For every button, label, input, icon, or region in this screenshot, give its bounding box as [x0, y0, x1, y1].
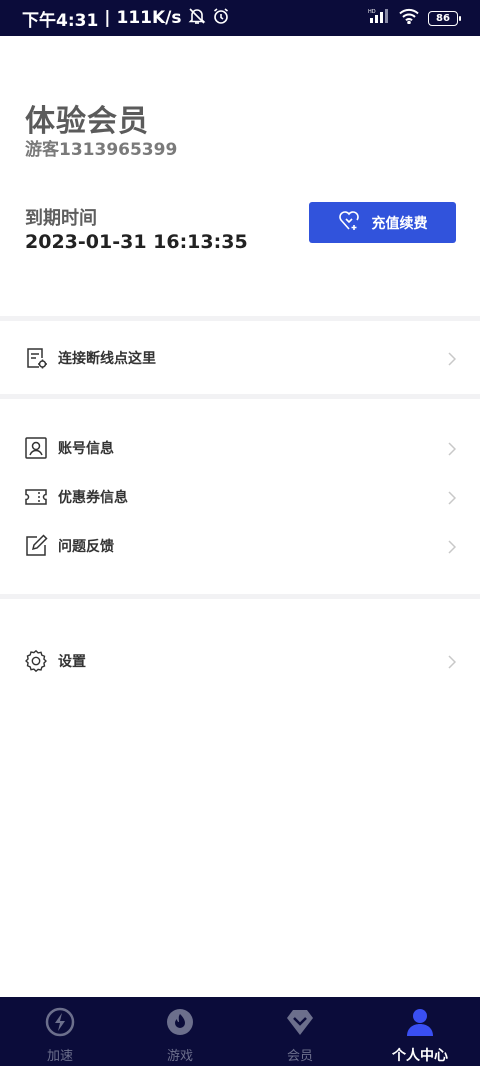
profile-card: 体验会员 游客1313965399 到期时间 2023-01-31 16:13:…	[0, 36, 480, 316]
expire-label: 到期时间	[25, 208, 97, 229]
guest-id: 游客1313965399	[25, 140, 178, 160]
tab-label: 会员	[286, 1049, 313, 1064]
tab-personal-center[interactable]: 个人中心	[360, 997, 480, 1066]
menu-label: 连接断线点这里	[58, 351, 156, 367]
menu-item-reconnect[interactable]: 连接断线点这里	[0, 334, 480, 382]
id-card-icon	[24, 436, 48, 460]
menu-label: 优惠券信息	[58, 490, 128, 506]
lightning-icon	[45, 1007, 75, 1041]
tab-games[interactable]: 游戏	[120, 997, 240, 1066]
signal-icon: HD	[368, 8, 390, 28]
menu-label: 设置	[58, 654, 86, 670]
chevron-right-icon	[448, 351, 457, 370]
chevron-right-icon	[448, 490, 457, 509]
tab-accelerate[interactable]: 加速	[0, 997, 120, 1066]
diamond-icon	[285, 1007, 315, 1041]
tab-label: 游戏	[166, 1049, 193, 1064]
status-separator: |	[104, 8, 111, 28]
menu-item-coupon[interactable]: 优惠券信息	[0, 473, 480, 521]
tab-label: 个人中心	[392, 1048, 448, 1064]
recharge-button[interactable]: 充值续费	[309, 202, 456, 243]
status-time: 下午4:31	[22, 10, 99, 31]
member-title: 体验会员	[25, 104, 149, 139]
net-speed: 111K/s	[116, 8, 182, 28]
tab-membership[interactable]: 会员	[240, 997, 360, 1066]
tab-label: 加速	[46, 1049, 73, 1064]
chevron-right-icon	[448, 441, 457, 460]
flame-icon	[165, 1007, 195, 1041]
alarm-icon	[212, 7, 230, 30]
wifi-icon	[398, 8, 420, 28]
menu-label: 问题反馈	[58, 539, 114, 555]
coupon-icon	[24, 485, 48, 509]
section-divider	[0, 594, 480, 599]
mute-bell-icon	[188, 7, 206, 30]
chevron-right-icon	[448, 539, 457, 558]
section-divider	[0, 316, 480, 321]
section-divider	[0, 394, 480, 399]
menu-label: 账号信息	[58, 441, 114, 457]
svg-text:HD: HD	[368, 9, 376, 15]
status-bar: 下午4:31 | 111K/s HD 86	[0, 0, 480, 36]
menu-item-account[interactable]: 账号信息	[0, 424, 480, 472]
chevron-right-icon	[448, 654, 457, 673]
battery-indicator: 86	[428, 10, 461, 26]
person-icon	[405, 1007, 435, 1041]
settings-icon	[24, 649, 48, 673]
menu-item-settings[interactable]: 设置	[0, 637, 480, 685]
document-gear-icon	[24, 346, 48, 370]
bottom-tab-bar: 加速 游戏 会员 个人中心	[0, 997, 480, 1066]
edit-icon	[24, 534, 48, 558]
recharge-label: 充值续费	[371, 215, 428, 232]
expire-time: 2023-01-31 16:13:35	[25, 231, 248, 253]
diamond-plus-icon	[338, 210, 360, 236]
menu-item-feedback[interactable]: 问题反馈	[0, 522, 480, 570]
